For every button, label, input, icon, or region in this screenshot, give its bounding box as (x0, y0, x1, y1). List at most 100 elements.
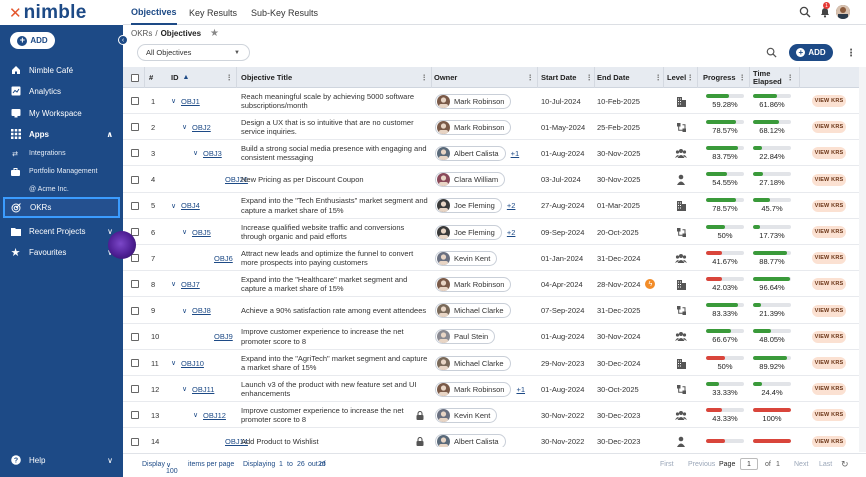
sidebar-item-integrations[interactable]: ⇄ Integrations (0, 145, 123, 162)
table-row[interactable]: 1 ∨ OBJ1 Reach meaningful scale by achievin… (123, 88, 859, 114)
row-checkbox[interactable] (131, 114, 139, 140)
sidebar-item-nimble-cafe[interactable]: Nimble Café (0, 60, 123, 80)
owner-chip[interactable]: Albert Calista (435, 434, 506, 447)
next-page-button[interactable]: Next (794, 461, 808, 468)
owner-chip[interactable]: Joe Fleming (435, 198, 502, 214)
expand-toggle-icon[interactable]: ∨ (171, 193, 180, 219)
view-krs-button[interactable]: VIEW KRS (812, 245, 846, 271)
column-start-date[interactable]: Start Date ⋮ (541, 67, 596, 88)
previous-page-button[interactable]: Previous (688, 461, 715, 468)
expand-toggle-icon[interactable]: ∨ (193, 140, 202, 166)
view-krs-button[interactable]: VIEW KRS (812, 324, 846, 350)
objective-id-link[interactable]: OBJ9 (214, 324, 233, 350)
objective-id-link[interactable]: OBJ8 (192, 298, 211, 324)
column-number[interactable]: # (149, 67, 169, 88)
sidebar-add-button[interactable]: + ADD (10, 32, 55, 49)
vertical-scrollbar[interactable] (859, 67, 866, 452)
sidebar-item-analytics[interactable]: Analytics (0, 81, 123, 101)
column-owner[interactable]: Owner ⋮ (434, 67, 537, 88)
table-row[interactable]: 2 ∨ OBJ2 Design a UX that is so intuitive t… (123, 114, 859, 141)
expand-toggle-icon[interactable]: ∨ (171, 88, 180, 114)
table-search-icon[interactable] (766, 47, 777, 60)
view-krs-button[interactable]: VIEW KRS (812, 114, 846, 140)
view-krs-button[interactable]: VIEW KRS (812, 140, 846, 166)
breadcrumb-parent[interactable]: OKRs (131, 29, 152, 38)
view-krs-button[interactable]: VIEW KRS (812, 402, 846, 428)
row-checkbox[interactable] (131, 376, 139, 402)
tab-objectives[interactable]: Objectives (131, 0, 177, 25)
owner-chip[interactable]: Clara William (435, 172, 506, 188)
objective-id-link[interactable]: OBJ10 (181, 350, 204, 376)
first-page-button[interactable]: First (660, 461, 674, 468)
table-row[interactable]: 5 ∨ OBJ4 Expand into the "Tech Enthusiasts"… (123, 192, 859, 219)
expand-toggle-icon[interactable]: ∨ (193, 402, 202, 428)
sidebar-item-favourites[interactable]: ★ Favourites ∨ (0, 242, 123, 262)
objective-id-link[interactable]: OBJ1 (181, 88, 200, 114)
row-checkbox[interactable] (131, 350, 139, 376)
owner-chip[interactable]: Joe Fleming (435, 224, 502, 240)
tab-key-results[interactable]: Key Results (189, 0, 237, 25)
column-menu-icon[interactable]: ⋮ (687, 73, 695, 82)
user-avatar[interactable] (836, 5, 850, 19)
owner-chip[interactable]: Kevin Kent (435, 250, 498, 266)
sidebar-item-help[interactable]: ? Help ∨ (0, 450, 123, 470)
row-checkbox[interactable] (131, 167, 139, 193)
owner-chip[interactable]: Mark Robinson (435, 119, 512, 135)
table-row[interactable]: 10 OBJ9 Improve customer experience to inc… (123, 323, 859, 350)
column-menu-icon[interactable]: ⋮ (226, 73, 234, 82)
owner-chip[interactable]: Michael Clarke (435, 303, 511, 319)
select-all-checkbox[interactable] (131, 67, 139, 88)
bell-icon[interactable]: 1 (819, 2, 832, 19)
view-krs-button[interactable]: VIEW KRS (812, 167, 846, 193)
objectives-filter-select[interactable]: All Objectives ▼ (137, 44, 250, 61)
table-row[interactable]: 13 ∨ OBJ12 Improve customer experience to i… (123, 402, 859, 429)
more-owners-link[interactable]: +1 (516, 385, 525, 394)
table-row[interactable]: 11 ∨ OBJ10 Expand into the "AgriTech" marke… (123, 350, 859, 376)
expand-toggle-icon[interactable]: ∨ (171, 350, 180, 376)
refresh-icon[interactable]: ↻ (841, 459, 849, 470)
row-checkbox[interactable] (131, 298, 139, 324)
column-menu-icon[interactable]: ⋮ (527, 73, 535, 82)
owner-chip[interactable]: Michael Clarke (435, 355, 511, 371)
column-menu-icon[interactable]: ⋮ (655, 73, 663, 82)
row-checkbox[interactable] (131, 429, 139, 447)
search-icon[interactable] (799, 6, 812, 19)
owner-chip[interactable]: Mark Robinson (435, 276, 512, 292)
sidebar-item-apps[interactable]: Apps ∧ (0, 124, 123, 144)
column-progress[interactable]: Progress ⋮ (703, 67, 749, 88)
table-row[interactable]: 7 OBJ6 Attract new leads and optimize the … (123, 245, 859, 272)
table-row[interactable]: 3 ∨ OBJ3 Build a strong social media presen… (123, 140, 859, 167)
column-menu-icon[interactable]: ⋮ (421, 73, 429, 82)
favorite-star-icon[interactable]: ★ (210, 28, 219, 39)
view-krs-button[interactable]: VIEW KRS (812, 429, 846, 447)
objective-id-link[interactable]: OBJ3 (203, 140, 222, 166)
objective-id-link[interactable]: OBJ5 (192, 219, 211, 245)
table-row[interactable]: 14 OBJ14 Add Product to Wishlist Albert Cal… (123, 428, 859, 447)
row-checkbox[interactable] (131, 88, 139, 114)
column-menu-icon[interactable]: ⋮ (739, 73, 747, 82)
objective-id-link[interactable]: OBJ7 (181, 271, 200, 297)
expand-toggle-icon[interactable]: ∨ (182, 219, 191, 245)
expand-toggle-icon[interactable]: ∨ (171, 271, 180, 297)
add-objective-button[interactable]: + ADD (789, 44, 833, 61)
row-checkbox[interactable] (131, 140, 139, 166)
table-row[interactable]: 6 ∨ OBJ5 Increase qualified website traffic… (123, 219, 859, 245)
objective-id-link[interactable]: OBJ2 (192, 114, 211, 140)
more-owners-link[interactable]: +2 (507, 201, 516, 210)
view-krs-button[interactable]: VIEW KRS (812, 376, 846, 402)
column-time-elapsed[interactable]: Time Elapsed ⋮ (753, 67, 797, 88)
column-objective-title[interactable]: Objective Title ⋮ (241, 67, 431, 88)
column-id[interactable]: ID ▲ ⋮ (171, 67, 236, 88)
column-end-date[interactable]: End Date ⋮ (597, 67, 665, 88)
more-options-icon[interactable]: ⋮ (846, 48, 856, 59)
last-page-button[interactable]: Last (819, 461, 832, 468)
view-krs-button[interactable]: VIEW KRS (812, 219, 846, 245)
view-krs-button[interactable]: VIEW KRS (812, 350, 846, 376)
row-checkbox[interactable] (131, 324, 139, 350)
more-owners-link[interactable]: +2 (507, 228, 516, 237)
owner-chip[interactable]: Mark Robinson (435, 381, 512, 397)
more-owners-link[interactable]: +1 (511, 149, 520, 158)
sidebar-collapse-button[interactable]: ‹ (118, 35, 128, 45)
objective-id-link[interactable]: OBJ4 (181, 193, 200, 219)
objective-id-link[interactable]: OBJ11 (192, 376, 214, 402)
